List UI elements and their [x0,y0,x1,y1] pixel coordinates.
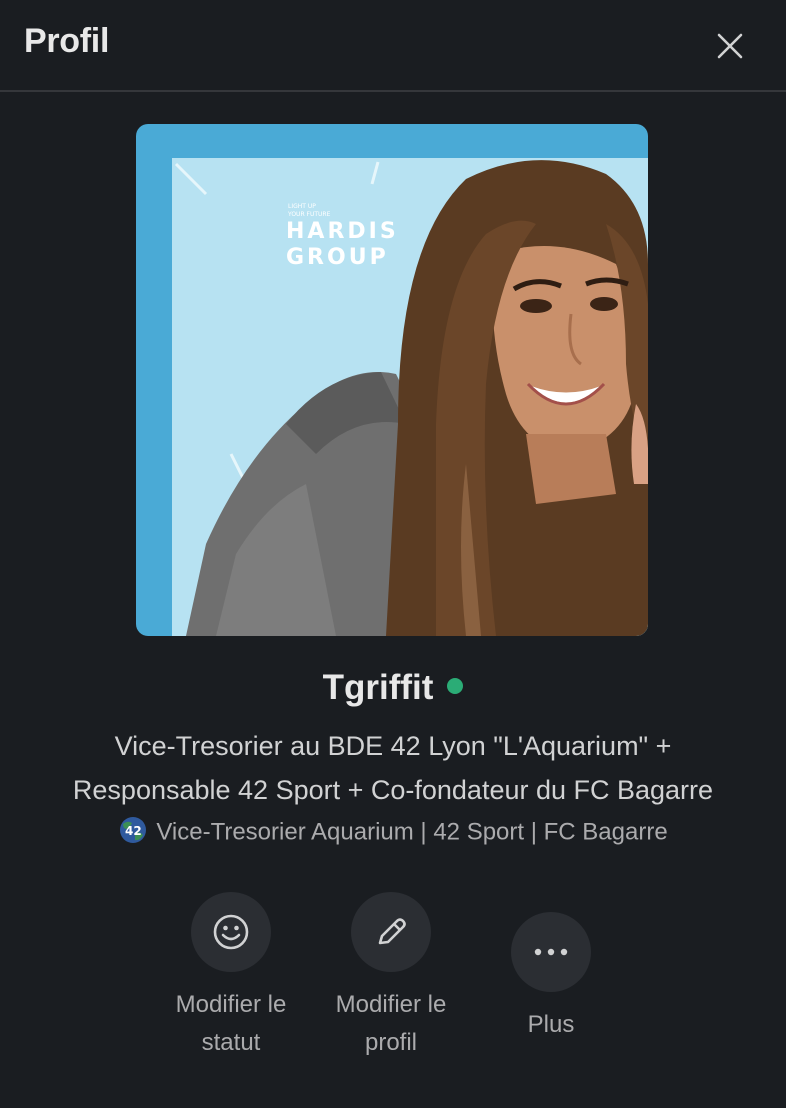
profile-photo-image: LIGHT UP YOUR FUTURE HARDIS GROUP [136,124,648,636]
close-button[interactable] [702,18,758,74]
photo-backdrop-text: YOUR FUTURE [287,211,331,218]
close-icon [717,33,743,59]
action-label-line: Plus [527,1011,575,1038]
action-label-line: Modifier le [175,991,287,1018]
status-line: 42 Vice-Tresorier Aquarium | 42 Sport | … [0,817,786,848]
more-button[interactable] [511,912,591,992]
edit-profile-action: Modifier le profil [311,892,471,1062]
action-label-line: profil [364,1029,418,1056]
edit-status-action: Modifier le statut [151,892,311,1062]
profile-name-row: Tgriffit [0,668,786,718]
svg-text:42: 42 [125,824,142,838]
profile-title-line: Vice-Tresorier au BDE 42 Lyon "L'Aquariu… [114,731,672,761]
edit-status-button[interactable] [191,892,271,972]
more-horizontal-icon [534,948,568,956]
photo-backdrop-logo: HARDIS [286,219,399,244]
more-action: Plus [471,912,631,1044]
panel-title: Profil [24,22,110,60]
profile-panel: Profil LIGHT UP YOUR FUTURE HARDIS GROUP [0,0,786,1108]
presence-indicator [447,678,464,694]
edit-status-label: Modifier le statut [151,986,311,1062]
globe-42-icon: 42 [120,817,147,843]
panel-header: Profil [0,0,786,92]
profile-photo[interactable]: LIGHT UP YOUR FUTURE HARDIS GROUP [136,124,648,636]
photo-backdrop-logo: GROUP [286,245,389,270]
more-label: Plus [471,1006,631,1044]
smiley-icon [213,914,249,950]
photo-backdrop-text: LIGHT UP [288,203,316,210]
action-label-line: statut [201,1029,261,1056]
pencil-icon [378,918,406,945]
action-label-line: Modifier le [335,991,447,1018]
display-name: Tgriffit [322,668,434,707]
edit-profile-label: Modifier le profil [311,986,471,1062]
profile-title: Vice-Tresorier au BDE 42 Lyon "L'Aquariu… [20,724,766,812]
status-text: Vice-Tresorier Aquarium | 42 Sport | FC … [156,818,668,846]
edit-profile-button[interactable] [351,892,431,972]
profile-title-line: Responsable 42 Sport + Co-fondateur du F… [72,775,714,805]
